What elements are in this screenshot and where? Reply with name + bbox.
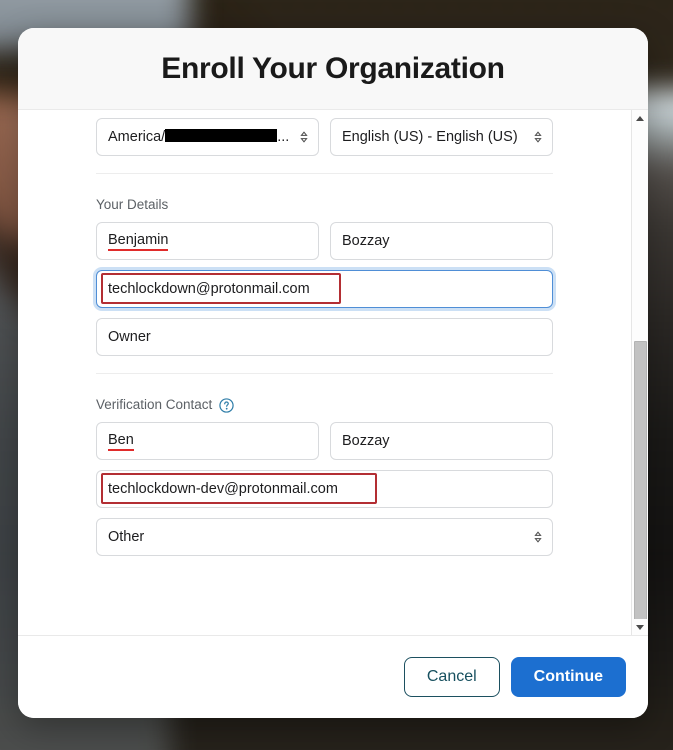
help-circle-icon[interactable] <box>219 397 234 413</box>
scrollbar-down-button[interactable] <box>632 619 648 635</box>
your-role-input[interactable]: Owner <box>96 318 553 356</box>
timezone-prefix: America/ <box>108 129 166 145</box>
timezone-suffix: ... <box>277 129 290 145</box>
verification-first-name-input[interactable]: Ben <box>96 422 319 460</box>
chevron-updown-icon <box>533 529 543 545</box>
verification-last-name-input[interactable]: Bozzay <box>330 422 553 460</box>
cancel-button[interactable]: Cancel <box>403 657 500 697</box>
section-divider <box>96 173 553 174</box>
scrollbar-thumb[interactable] <box>634 341 647 626</box>
scrollbar-up-button[interactable] <box>632 110 648 126</box>
modal-header: Enroll Your Organization <box>18 28 648 110</box>
scrollbar-track[interactable] <box>633 126 648 626</box>
modal-scroll-area[interactable]: Time Zone & Language America/... <box>18 110 648 636</box>
verification-first-name-value: Ben <box>108 432 134 451</box>
verification-last-name-value: Bozzay <box>342 433 390 449</box>
your-last-name-input[interactable]: Bozzay <box>330 222 553 260</box>
verification-email-row: techlockdown-dev@protonmail.com <box>96 470 553 508</box>
verification-name-row: Ben Bozzay <box>96 422 553 460</box>
verification-relationship-select[interactable]: Other <box>96 518 553 556</box>
your-first-name-value: Benjamin <box>108 232 169 251</box>
your-first-name-input[interactable]: Benjamin <box>96 222 319 260</box>
form-content: Time Zone & Language America/... <box>18 110 631 606</box>
verification-email-input[interactable]: techlockdown-dev@protonmail.com <box>96 470 553 508</box>
verification-email-value: techlockdown-dev@protonmail.com <box>108 481 338 497</box>
your-email-row: techlockdown@protonmail.com <box>96 270 553 308</box>
language-select[interactable]: English (US) - English (US) <box>330 118 553 156</box>
your-email-input[interactable]: techlockdown@protonmail.com <box>96 270 553 308</box>
modal-footer: Cancel Continue <box>18 636 648 718</box>
your-details-name-row: Benjamin Bozzay <box>96 222 553 260</box>
continue-button[interactable]: Continue <box>510 657 626 697</box>
verification-relationship-value: Other <box>108 529 145 545</box>
triangle-down-icon <box>636 624 644 630</box>
your-role-value: Owner <box>108 329 151 345</box>
your-last-name-value: Bozzay <box>342 233 390 249</box>
verification-contact-section-label-text: Verification Contact <box>96 397 213 412</box>
timezone-select[interactable]: America/... <box>96 118 319 156</box>
page-title: Enroll Your Organization <box>161 51 505 85</box>
section-divider <box>96 373 553 374</box>
section-your-details: Your Details Benjamin Bozzay techlockdow… <box>96 192 553 356</box>
verification-contact-section-label: Verification Contact <box>96 396 553 414</box>
timezone-language-row: America/... English (US) - English (US) <box>96 118 553 156</box>
chevron-updown-icon <box>299 129 309 145</box>
enroll-organization-modal: Enroll Your Organization Time Zone & Lan… <box>18 28 648 718</box>
triangle-up-icon <box>636 115 644 121</box>
your-email-value: techlockdown@protonmail.com <box>108 281 310 297</box>
chevron-updown-icon <box>533 129 543 145</box>
section-timezone-language: Time Zone & Language America/... <box>96 110 553 156</box>
your-details-section-label-text: Your Details <box>96 197 169 212</box>
section-verification-contact: Verification Contact Ben Bozzay techlock… <box>96 392 553 556</box>
vertical-scrollbar[interactable] <box>631 110 648 635</box>
timezone-value: America/... <box>108 129 289 145</box>
verification-relationship-row: Other <box>96 518 553 556</box>
language-value: English (US) - English (US) <box>342 129 518 145</box>
your-details-section-label: Your Details <box>96 196 553 214</box>
timezone-redaction-bar <box>165 129 278 142</box>
your-role-row: Owner <box>96 318 553 356</box>
